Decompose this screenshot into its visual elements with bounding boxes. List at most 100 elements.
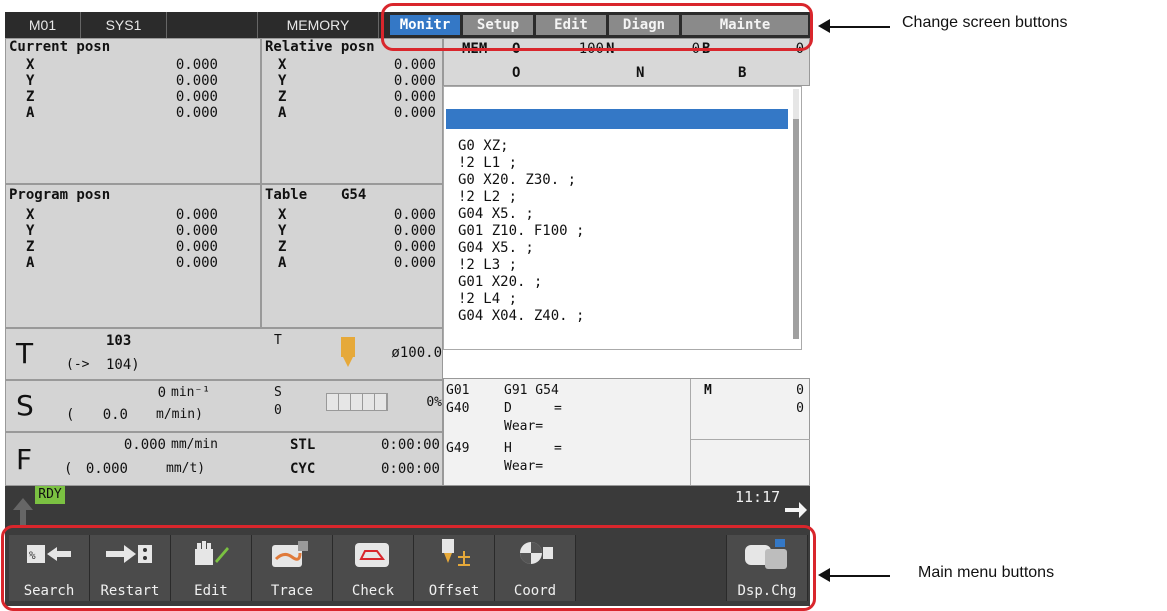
panel-title: Current posn <box>9 39 111 55</box>
spindle-speed: 0 <box>157 385 166 401</box>
load-meter <box>326 393 388 411</box>
axis-value: 0.000 <box>175 255 218 271</box>
coord-system-label: G54 <box>341 187 367 203</box>
system-label: SYS1 <box>81 12 167 38</box>
axis-label: X <box>278 57 287 73</box>
spindle-letter: S <box>16 389 34 422</box>
feed-letter: F <box>16 443 33 476</box>
right-arrow-icon[interactable] <box>783 498 807 522</box>
tool-row: T 103 (-> 104) T ø100.0 <box>5 328 443 380</box>
modal-h: H <box>504 441 512 456</box>
feed-per-rev-unit: mm/t) <box>166 461 206 476</box>
axis-value: 0.000 <box>393 239 436 255</box>
surface-unit: m/min) <box>156 407 203 422</box>
axis-label: Y <box>278 223 287 239</box>
program-line: G01 X20. ; <box>458 274 543 290</box>
axis-label: Z <box>278 89 287 105</box>
cursor-line[interactable] <box>446 109 788 129</box>
clock: 11:17 <box>735 488 781 506</box>
stl-label: STL <box>290 437 316 453</box>
axis-value: 0.000 <box>393 89 436 105</box>
axis-label: X <box>26 207 35 223</box>
up-arrow-icon[interactable] <box>9 496 37 526</box>
modal-g91-g54: G91 G54 <box>504 383 559 398</box>
s-label: S <box>274 385 282 400</box>
axis-value: 0.000 <box>175 105 218 121</box>
axis-value: 0.000 <box>175 223 218 239</box>
blank-cell <box>167 12 258 38</box>
program-posn-panel: Program posn X Y Z A 0.000 0.000 0.000 0… <box>5 184 261 328</box>
axis-label: A <box>278 255 287 271</box>
t-label: T <box>274 333 282 348</box>
axis-value: 0.000 <box>175 57 218 73</box>
modal-g49: G49 <box>446 441 470 456</box>
surface-speed: 0.0 <box>102 407 128 423</box>
program-line: !2 L3 ; <box>458 257 518 273</box>
modal-wear: Wear= <box>504 419 544 434</box>
spindle-row: S 0 min⁻¹ ( 0.0 m/min) S 0 0% <box>5 380 443 432</box>
modal-eq: = <box>554 441 562 456</box>
axis-label: Y <box>278 73 287 89</box>
cyc-label: CYC <box>290 461 316 477</box>
axis-value: 0.000 <box>393 105 436 121</box>
tool-letter: T <box>16 337 34 370</box>
s-value: 0 <box>274 403 282 418</box>
scrollbar[interactable] <box>793 89 799 339</box>
axis-label: Z <box>26 89 35 105</box>
axis-value: 0.000 <box>393 73 436 89</box>
feed-rate: 0.000 <box>123 437 166 453</box>
axis-label: X <box>26 57 35 73</box>
program-line: G0 X20. Z30. ; <box>458 172 577 188</box>
tool-icon <box>341 337 355 367</box>
axis-label: X <box>278 207 287 223</box>
status-bar: RDY 11:17 <box>5 486 810 528</box>
axis-value: 0.000 <box>175 207 218 223</box>
program-line: G01 Z10. F100 ; <box>458 223 585 239</box>
axis-label: A <box>278 105 287 121</box>
n-label: N <box>636 65 645 81</box>
panel-title: Table <box>265 187 308 203</box>
annotation-bottom: Main menu buttons <box>918 564 1055 581</box>
axis-value: 0.000 <box>175 73 218 89</box>
program-line: !2 L2 ; <box>458 189 518 205</box>
program-listing[interactable]: G0 XZ; !2 L1 ; G0 X20. Z30. ; !2 L2 ; G0… <box>443 86 802 350</box>
axis-value: 0.000 <box>175 239 218 255</box>
tool-diameter: ø100.0 <box>391 345 442 361</box>
axis-value: 0.000 <box>393 57 436 73</box>
modal-g01: G01 <box>446 383 470 398</box>
axis-label: A <box>26 255 35 271</box>
tool-arrow: (-> <box>66 357 90 372</box>
annotation-arrow <box>828 575 890 577</box>
m-value-1: 0 <box>796 383 804 398</box>
cyc-time: 0:00:00 <box>380 461 440 477</box>
stl-time: 0:00:00 <box>380 437 440 453</box>
axis-label: Y <box>26 223 35 239</box>
load-percent: 0% <box>426 395 442 410</box>
m-value-2: 0 <box>796 401 804 416</box>
axis-label: Z <box>26 239 35 255</box>
axis-value: 0.000 <box>393 207 436 223</box>
feed-per-rev: 0.000 <box>85 461 128 477</box>
program-line: G0 XZ; <box>458 138 509 154</box>
axis-value: 0.000 <box>175 89 218 105</box>
feed-rate-unit: mm/min <box>171 437 218 452</box>
annotation-top: Change screen buttons <box>902 14 1068 31</box>
modal-g40: G40 <box>446 401 470 416</box>
axis-label: Z <box>278 239 287 255</box>
axis-value: 0.000 <box>393 255 436 271</box>
part-label: M01 <box>5 12 81 38</box>
program-line: G04 X5. ; <box>458 206 534 222</box>
ready-indicator: RDY <box>35 486 65 504</box>
feed-row: F 0.000 mm/min ( 0.000 mm/t) STL 0:00:00… <box>5 432 443 486</box>
modal-eq: = <box>554 401 562 416</box>
menu-buttons-callout <box>1 525 816 611</box>
spindle-unit: min⁻¹ <box>171 385 211 400</box>
table-posn-panel: Table G54 X Y Z A 0.000 0.000 0.000 0.00… <box>261 184 443 328</box>
program-line: G04 X5. ; <box>458 240 534 256</box>
mode-label: MEMORY <box>258 12 379 38</box>
cnc-screen: M01 SYS1 MEMORY Monitr Setup Edit Diagn … <box>0 0 816 611</box>
modal-d: D <box>504 401 512 416</box>
program-line: !2 L4 ; <box>458 291 518 307</box>
o-label: O <box>512 65 521 81</box>
panel-title: Relative posn <box>265 39 375 55</box>
